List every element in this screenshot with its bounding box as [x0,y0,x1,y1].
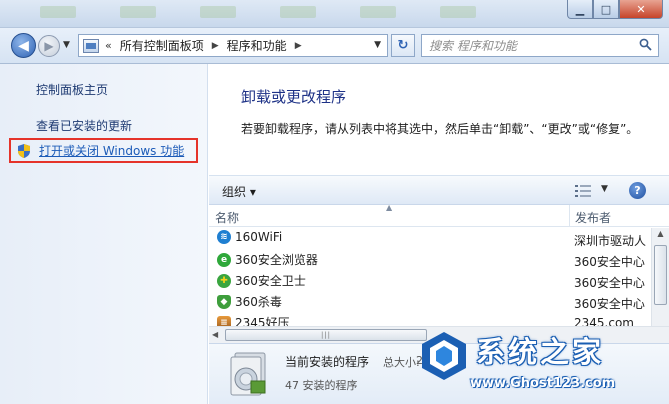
address-history-dropdown[interactable]: ▼ [374,40,381,50]
breadcrumb-separator[interactable]: ▶ [295,41,302,51]
search-box[interactable]: 搜索 程序和功能 [421,34,659,57]
scroll-left-arrow[interactable]: ◀ [212,330,218,339]
navigation-toolbar: ◀ ▶ ▼ « 所有控制面板项 ▶ 程序和功能 ▶ ▼ ↻ 搜索 程序和功能 [0,28,669,64]
background-tab [360,6,396,18]
program-name: 360杀毒 [235,295,282,309]
search-input[interactable]: 搜索 程序和功能 [429,37,517,54]
shield-icon [18,143,30,158]
minimize-button[interactable]: ▁ [567,0,593,19]
forward-button[interactable]: ▶ [38,35,60,57]
program-name-cell: ✚ 360安全卫士 [217,272,306,289]
address-overflow-chevron[interactable]: « [105,39,112,52]
title-bar: ▁ □ ✕ [0,0,669,28]
wifi-icon: ≋ [217,230,231,244]
program-row[interactable]: ◆ 360杀毒 360安全中心 [209,291,651,312]
page-description: 若要卸载程序，请从列表中将其选中，然后单击“卸载”、“更改”或“修复”。 [241,122,639,136]
program-name: 160WiFi [235,230,283,244]
breadcrumb-programs-and-features[interactable]: 程序和功能 [227,37,287,54]
total-size-label: 总大小: [383,356,420,369]
program-publisher: 360安全中心 [574,297,645,311]
program-publisher: 360安全中心 [574,255,645,269]
installed-count: 47 安装的程序 [285,379,358,392]
organize-menu-button[interactable]: 组织 ▾ [222,183,256,200]
watermark-url: www.Ghost123.com [470,376,616,391]
background-tab [120,6,156,18]
column-header-name-label: 名称 [215,211,240,225]
program-row[interactable]: ✚ 360安全卫士 360安全中心 [209,270,651,291]
view-options-icon[interactable] [575,185,591,197]
background-tab [40,6,76,18]
sort-ascending-icon: ▲ [386,205,393,212]
program-name: 360安全浏览器 [235,253,318,267]
program-name-cell: e 360安全浏览器 [217,251,318,268]
scroll-up-arrow[interactable]: ▲ [654,229,667,243]
antivirus-icon: ◆ [217,294,231,309]
back-button[interactable]: ◀ [11,33,36,58]
program-publisher: 深圳市驱动人 [574,234,647,248]
maximize-button[interactable]: □ [593,0,619,19]
guard-icon: ✚ [217,273,231,288]
control-panel-home-link[interactable]: 控制面板主页 [36,81,108,98]
address-bar[interactable]: « 所有控制面板项 ▶ 程序和功能 ▶ ▼ [78,34,388,57]
watermark-logo-icon [422,332,466,380]
program-row[interactable]: ≋ 160WiFi 深圳市驱动人 [209,228,651,249]
watermark-text: 系统之家 [476,335,605,369]
windows-features-link[interactable]: 打开或关闭 Windows 功能 [9,138,198,163]
page-title: 卸载或更改程序 [241,88,347,106]
arrow-right-icon: ▶ [44,39,54,53]
recent-pages-dropdown[interactable]: ▼ [63,40,70,50]
background-tab [440,6,476,18]
vertical-scrollbar[interactable]: ▲ [651,228,669,331]
view-options-dropdown[interactable]: ▼ [601,184,608,194]
list-header: ▲ 名称 发布者 [209,205,669,227]
horizontal-scroll-thumb[interactable]: ||| [225,329,427,341]
column-header-publisher[interactable]: 发布者 [571,205,651,227]
search-icon[interactable] [639,38,652,51]
program-name: 360安全卫士 [235,274,306,288]
background-tab [200,6,236,18]
breadcrumb-separator[interactable]: ▶ [212,41,219,51]
window-controls: ▁ □ ✕ [567,0,663,19]
command-bar: 组织 ▾ ▼ ? [209,175,669,205]
arrow-left-icon: ◀ [18,37,29,54]
program-row[interactable]: e 360安全浏览器 360安全中心 [209,249,651,270]
program-name-cell: ◆ 360杀毒 [217,293,282,310]
windows-features-label[interactable]: 打开或关闭 Windows 功能 [39,142,184,159]
view-installed-updates-link[interactable]: 查看已安装的更新 [36,117,132,134]
background-tab [280,6,316,18]
background-tabs [40,6,476,22]
programs-list: ▲ 名称 发布者 ≋ 160WiFi 深圳市驱动人 e 360安全浏览器 360… [209,205,669,331]
control-panel-icon [83,38,99,53]
details-title: 当前安装的程序 [285,355,370,369]
vertical-scroll-thumb[interactable] [654,245,667,305]
refresh-icon: ↻ [397,38,409,53]
program-rows: ≋ 160WiFi 深圳市驱动人 e 360安全浏览器 360安全中心 ✚ 36… [209,228,651,331]
refresh-button[interactable]: ↻ [391,34,415,57]
program-name-cell: ≋ 160WiFi [217,230,282,244]
column-header-publisher-label: 发布者 [575,211,612,225]
program-publisher: 360安全中心 [574,276,645,290]
column-header-name[interactable]: ▲ 名称 [209,205,570,227]
close-button[interactable]: ✕ [619,0,663,19]
help-icon[interactable]: ? [629,182,646,199]
installed-programs-icon [230,352,266,396]
breadcrumb-all-control-panel-items[interactable]: 所有控制面板项 [120,37,204,54]
browser-icon: e [217,252,231,267]
task-pane: 控制面板主页 查看已安装的更新 打开或关闭 Windows 功能 [0,64,208,404]
